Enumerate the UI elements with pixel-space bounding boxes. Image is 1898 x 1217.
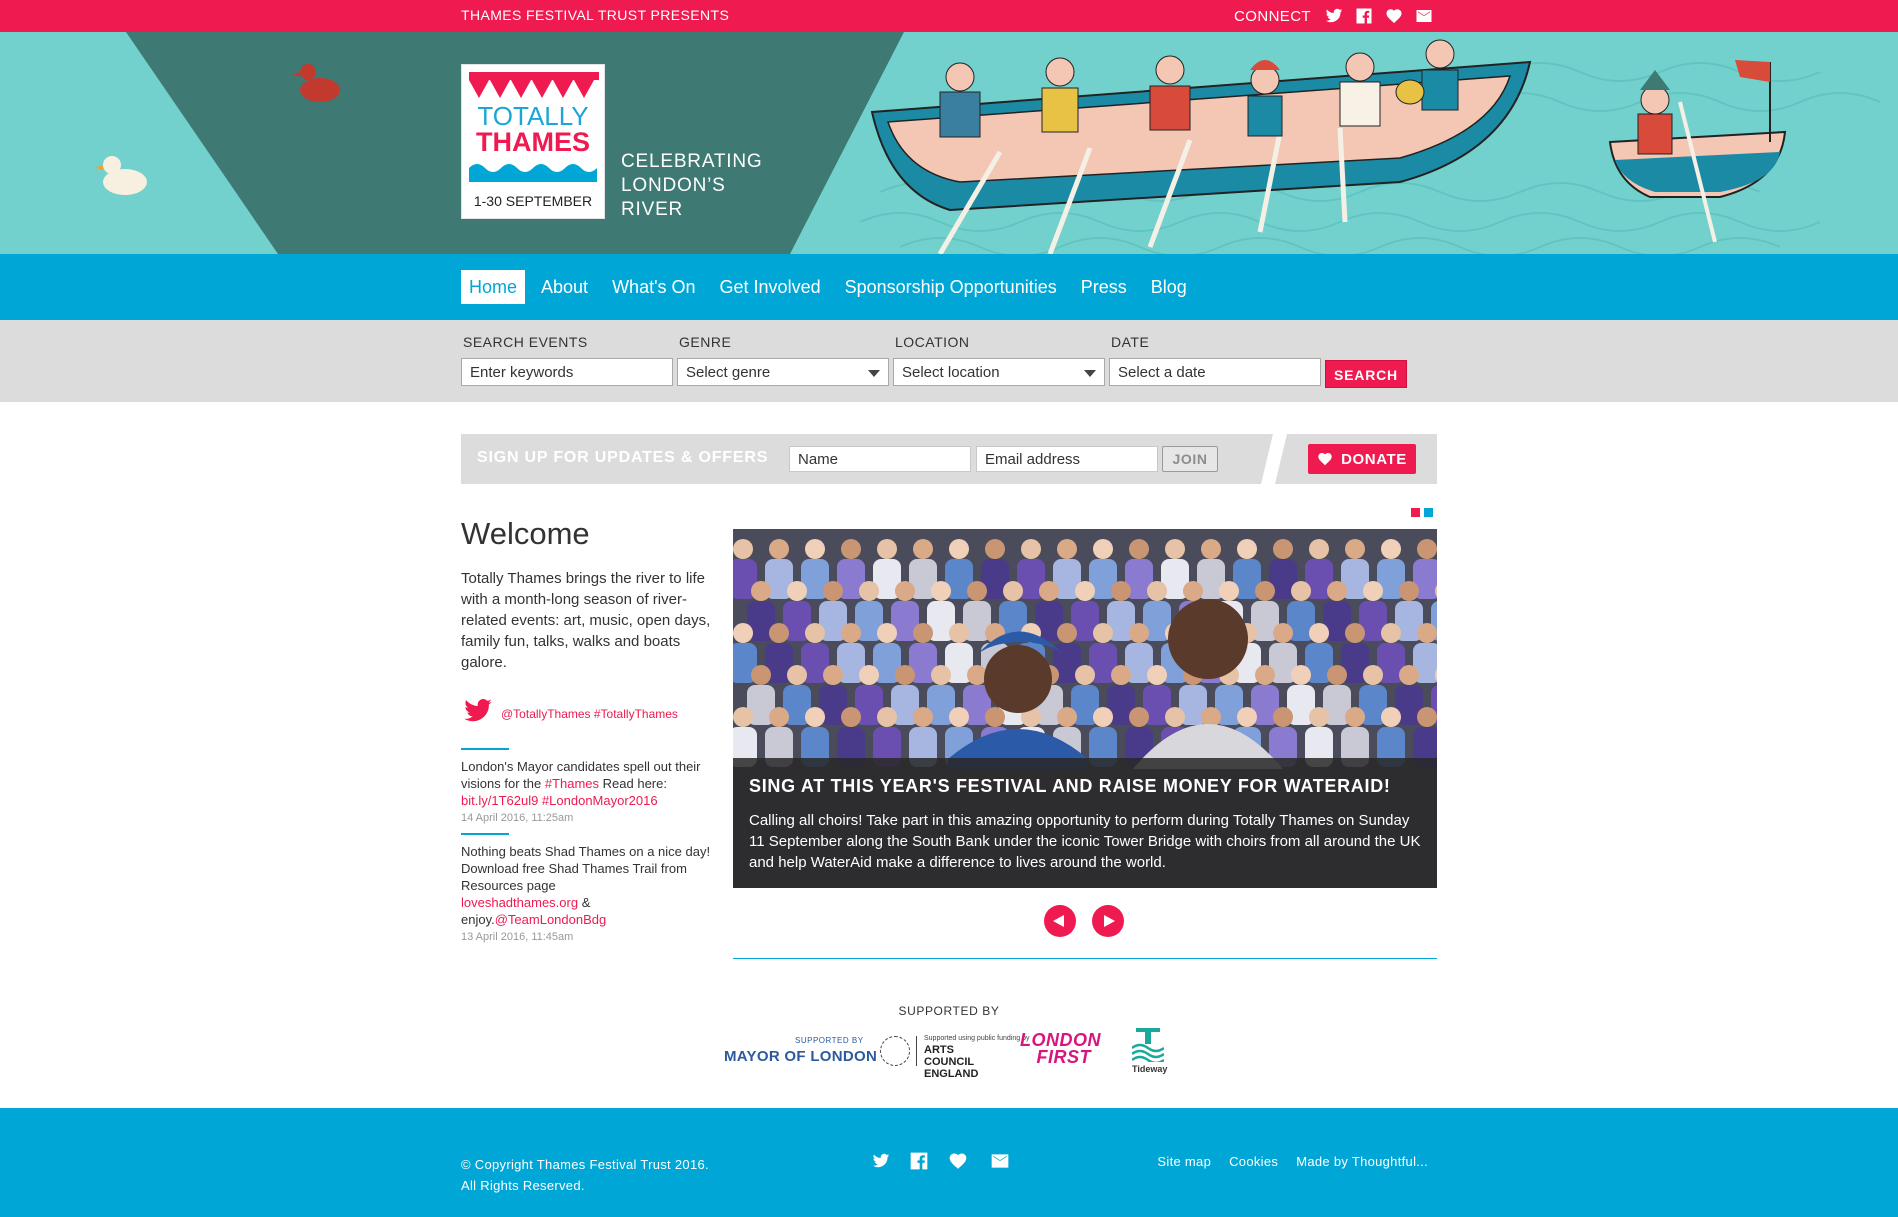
signup-strip: SIGN UP FOR UPDATES & OFFERS Name Email … [461,434,1437,484]
nav-item-get-involved[interactable]: Get Involved [712,270,829,304]
join-button[interactable]: JOIN [1162,446,1218,472]
london-first-logo[interactable]: LONDON FIRST [1020,1031,1101,1066]
footer-link-credits[interactable]: Made by Thoughtful... [1296,1154,1428,1169]
nav-item-whats-on[interactable]: What's On [604,270,703,304]
logo-line-1: TOTALLY [477,101,589,131]
hero-illustration [0,32,1898,254]
sponsor-logos: SUPPORTED BY MAYOR OF LONDON Supported u… [724,1028,1168,1080]
heart-icon[interactable] [1385,7,1403,25]
genre-label: GENRE [679,334,732,350]
bunting-flags-icon [469,72,599,98]
carousel-heading[interactable]: SING AT THIS YEAR'S FESTIVAL AND RAISE M… [749,776,1421,797]
location-select[interactable]: Select location [893,358,1105,386]
footer-social-icons [871,1151,1013,1171]
carousel-dots [1411,508,1433,517]
tweet-date: 14 April 2016, 11:25am [461,812,574,824]
chevron-down-icon [868,370,880,377]
tweet: Nothing beats Shad Thames on a nice day!… [461,833,723,946]
event-search-bar: SEARCH EVENTS Enter keywords GENRE Selec… [0,320,1898,402]
carousel-caption: SING AT THIS YEAR'S FESTIVAL AND RAISE M… [733,758,1437,888]
location-value: Select location [902,364,1000,381]
mail-icon[interactable] [1415,7,1433,25]
top-bar: THAMES FESTIVAL TRUST PRESENTS CONNECT [0,0,1898,32]
heart-icon[interactable] [947,1151,969,1171]
twitter-handles[interactable]: @TotallyThames #TotallyThames [501,707,678,721]
carousel-slide[interactable]: SING AT THIS YEAR'S FESTIVAL AND RAISE M… [733,529,1437,888]
facebook-icon[interactable] [909,1151,929,1171]
footer-link-sitemap[interactable]: Site map [1157,1154,1211,1169]
tweet-divider [461,833,509,835]
carousel-text: Calling all choirs! Take part in this am… [749,812,1421,871]
welcome-title: Welcome [461,516,590,551]
nav-item-home[interactable]: Home [461,270,526,304]
genre-value: Select genre [686,364,771,381]
hero-banner: TOTALLY THAMES 1-30 SEPTEMBER CELEBRATIN… [0,32,1898,254]
logo-line-2: THAMES [476,127,590,157]
date-label: DATE [1111,334,1150,350]
tideway-icon[interactable] [1132,1028,1164,1062]
search-keywords-label: SEARCH EVENTS [463,334,588,350]
copyright: © Copyright Thames Festival Trust 2016. … [461,1157,709,1193]
tideway-label: Tideway [1132,1064,1168,1074]
date-input[interactable]: Select a date [1109,358,1321,386]
tweet: London's Mayor candidates spell out thei… [461,748,723,827]
logo-dates: 1-30 SEPTEMBER [473,193,593,209]
location-label: LOCATION [895,334,970,350]
tweet-link[interactable]: @TeamLondonBdg [495,912,607,927]
tagline: CELEBRATING LONDON’S RIVER [621,151,763,220]
nav-item-press[interactable]: Press [1073,270,1135,304]
twitter-icon[interactable] [1325,7,1343,25]
signup-name-input[interactable]: Name [789,446,971,472]
location-field: LOCATION Select location [893,334,1105,386]
twitter-header: @TotallyThames #TotallyThames [461,696,678,726]
search-keywords-field: SEARCH EVENTS Enter keywords [461,334,673,386]
previous-arrow-icon[interactable] [1044,905,1076,937]
connect-label: CONNECT [1234,7,1311,25]
nav-item-blog[interactable]: Blog [1143,270,1195,304]
arts-council-seal-icon [880,1036,910,1066]
tweet-text: Nothing beats Shad Thames on a nice day!… [461,844,711,927]
nav-list: Home About What's On Get Involved Sponso… [461,270,1195,304]
carousel-dot[interactable] [1411,508,1420,517]
nav-item-about[interactable]: About [533,270,596,304]
main-nav: Home About What's On Get Involved Sponso… [0,254,1898,320]
chevron-down-icon [1084,370,1096,377]
date-field: DATE Select a date [1109,334,1321,386]
mail-icon[interactable] [987,1151,1013,1171]
tweet-date: 13 April 2016, 11:45am [461,931,574,943]
search-button[interactable]: SEARCH [1325,360,1407,388]
nav-item-sponsorship[interactable]: Sponsorship Opportunities [837,270,1065,304]
next-arrow-icon[interactable] [1092,905,1124,937]
supported-by-label: SUPPORTED BY [898,1004,1000,1018]
search-keywords-input[interactable]: Enter keywords [461,358,673,386]
totally-thames-logo[interactable]: TOTALLY THAMES 1-30 SEPTEMBER [461,64,605,219]
donate-label: DONATE [1341,450,1407,468]
tweet-link[interactable]: bit.ly/1T62ul9 #LondonMayor2016 [461,793,658,808]
genre-field: GENRE Select genre [677,334,889,386]
connect-links: CONNECT [1234,6,1433,26]
carousel-controls [1044,905,1124,937]
tweet-link[interactable]: loveshadthames.org [461,895,578,910]
heart-icon [1318,453,1332,466]
tweet-link[interactable]: #Thames [545,776,599,791]
signup-email-input[interactable]: Email address [976,446,1158,472]
twitter-bird-icon[interactable] [461,696,495,726]
presents-text: THAMES FESTIVAL TRUST PRESENTS [461,7,730,23]
tweet-text: London's Mayor candidates spell out thei… [461,759,701,808]
genre-select[interactable]: Select genre [677,358,889,386]
carousel-dot[interactable] [1424,508,1433,517]
donate-button[interactable]: DONATE [1308,444,1416,474]
footer-link-cookies[interactable]: Cookies [1229,1154,1278,1169]
signup-divider [1261,434,1287,484]
facebook-icon[interactable] [1355,7,1373,25]
welcome-text: Totally Thames brings the river to life … [461,570,711,671]
logo-wave-icon [469,164,597,182]
content-divider [733,958,1437,959]
signup-title: SIGN UP FOR UPDATES & OFFERS [477,449,769,466]
twitter-icon[interactable] [871,1152,891,1170]
tweet-divider [461,748,509,750]
footer-links: Site map Cookies Made by Thoughtful... [1157,1154,1428,1169]
